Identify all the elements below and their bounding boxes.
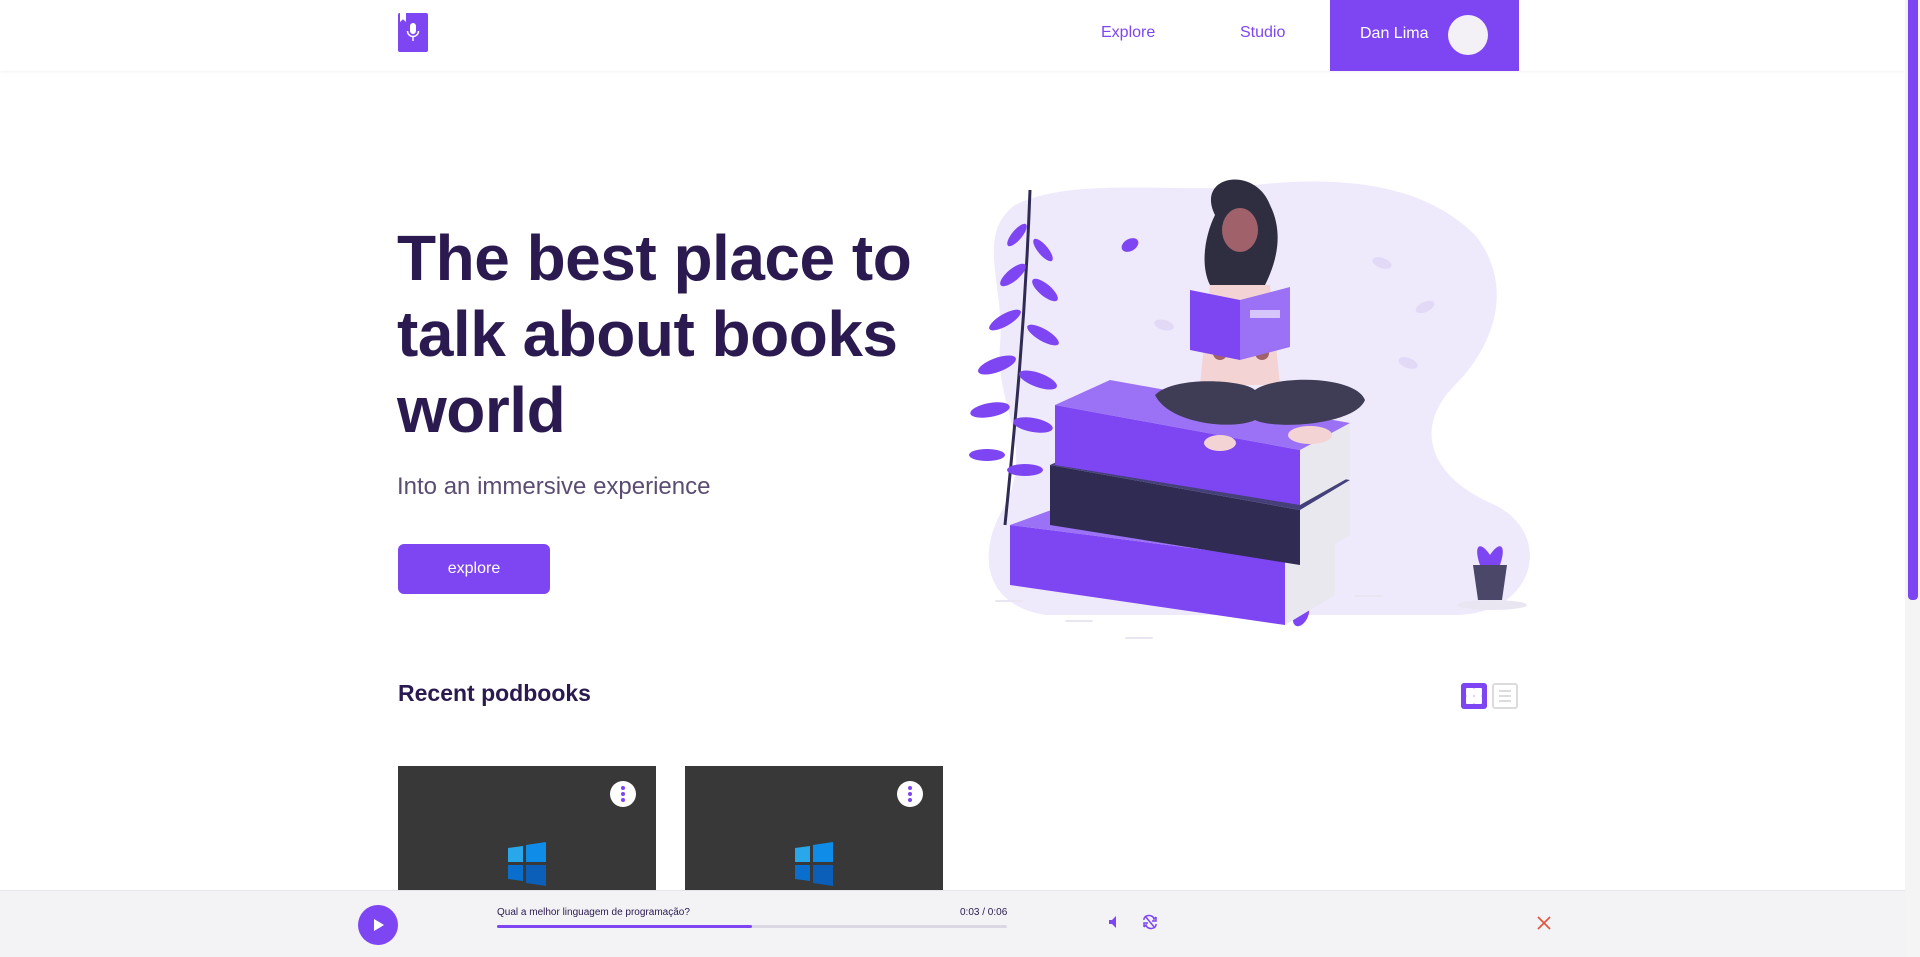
list-view-icon[interactable] xyxy=(1492,683,1518,709)
podbook-card[interactable] xyxy=(685,766,943,891)
windows-logo-icon xyxy=(795,842,833,886)
loop-icon[interactable] xyxy=(1142,914,1158,930)
microphone-icon xyxy=(406,23,420,41)
section-title: Recent podbooks xyxy=(398,680,591,706)
progress-bar[interactable] xyxy=(497,925,1007,928)
more-vertical-icon[interactable] xyxy=(897,781,923,807)
scrollbar-thumb[interactable] xyxy=(1908,0,1918,600)
more-vertical-icon[interactable] xyxy=(610,781,636,807)
volume-icon[interactable] xyxy=(1108,915,1122,929)
top-navbar: Explore Studio Dan Lima xyxy=(0,0,1905,71)
track-time: 0:03 / 0:06 xyxy=(960,907,1008,918)
reading-woman-illustration xyxy=(969,179,1530,639)
track-title: Qual a melhor linguagem de programação? xyxy=(497,907,690,918)
user-menu[interactable]: Dan Lima xyxy=(1330,0,1519,71)
user-name: Dan Lima xyxy=(1360,25,1429,42)
nav-explore[interactable]: Explore xyxy=(1101,24,1155,42)
close-icon[interactable] xyxy=(1536,915,1552,931)
avatar[interactable] xyxy=(1448,15,1488,55)
nav-studio[interactable]: Studio xyxy=(1240,24,1285,42)
play-button[interactable] xyxy=(358,905,398,945)
play-icon xyxy=(374,919,384,931)
podbook-card[interactable] xyxy=(398,766,656,891)
audio-player: Qual a melhor linguagem de programação? … xyxy=(0,890,1905,957)
windows-logo-icon xyxy=(508,842,546,886)
hero-title: The best place to talk about books world xyxy=(397,222,912,446)
logo[interactable] xyxy=(398,13,428,52)
hero-subtitle: Into an immersive experience xyxy=(397,473,711,500)
explore-button[interactable]: explore xyxy=(398,544,550,594)
grid-view-icon[interactable] xyxy=(1461,683,1487,709)
bookmark-notch xyxy=(400,13,406,22)
progress-fill xyxy=(497,925,752,928)
